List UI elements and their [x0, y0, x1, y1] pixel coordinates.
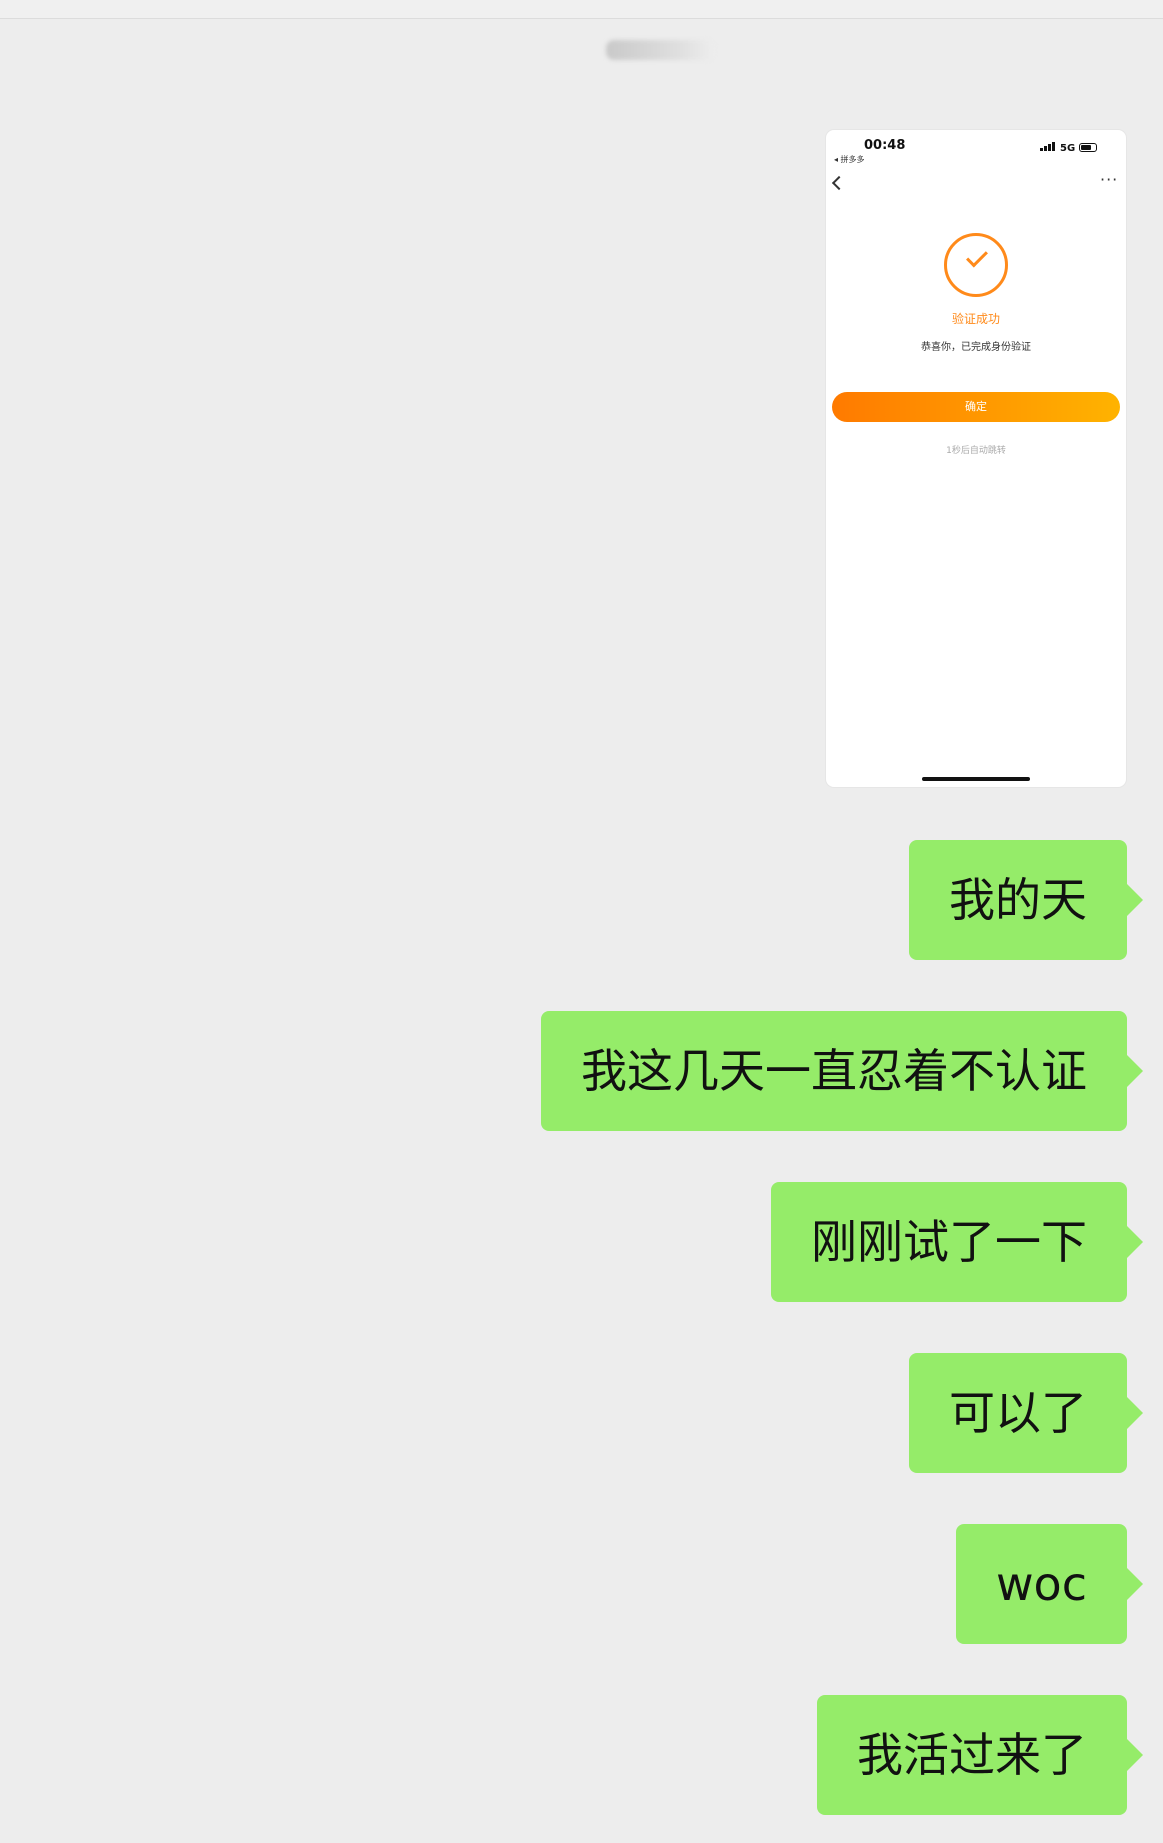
message-bubble[interactable]: 我活过来了	[817, 1695, 1143, 1815]
message-bubble[interactable]: 我的天	[909, 840, 1143, 960]
back-to-app-label: ◂ 拼多多	[834, 155, 865, 164]
network-label: 5G	[1060, 143, 1076, 154]
battery-icon	[1079, 143, 1097, 152]
success-description: 恭喜你，已完成身份验证	[921, 342, 1031, 353]
message-bubble[interactable]: 我这几天一直忍着不认证	[541, 1011, 1143, 1131]
confirm-button: 确定	[832, 392, 1120, 422]
more-icon: ···	[1100, 170, 1119, 189]
redirect-text: 1秒后自动跳转	[946, 446, 1006, 456]
chat-area[interactable]: 00:48 ◂ 拼多多 5G ··· 验证成功 恭喜你，已完成身份验证 确定 1…	[0, 0, 1163, 1843]
signal-icon	[1040, 142, 1056, 151]
phone-status-bar: 00:48 ◂ 拼多多 5G	[826, 130, 1126, 168]
success-title: 验证成功	[951, 312, 1000, 326]
message-bubble[interactable]: 刚刚试了一下	[771, 1182, 1143, 1302]
check-circle-icon	[944, 233, 1008, 297]
message-bubble[interactable]: 可以了	[909, 1353, 1143, 1473]
message-bubble[interactable]: woc	[955, 1524, 1144, 1644]
status-time: 00:48	[864, 138, 906, 153]
home-indicator	[922, 777, 1030, 781]
phone-nav-bar: ···	[826, 168, 1126, 204]
back-arrow-icon	[831, 175, 847, 191]
image-message[interactable]: 00:48 ◂ 拼多多 5G ··· 验证成功 恭喜你，已完成身份验证 确定 1…	[826, 130, 1126, 787]
checkmark-icon	[966, 245, 988, 268]
